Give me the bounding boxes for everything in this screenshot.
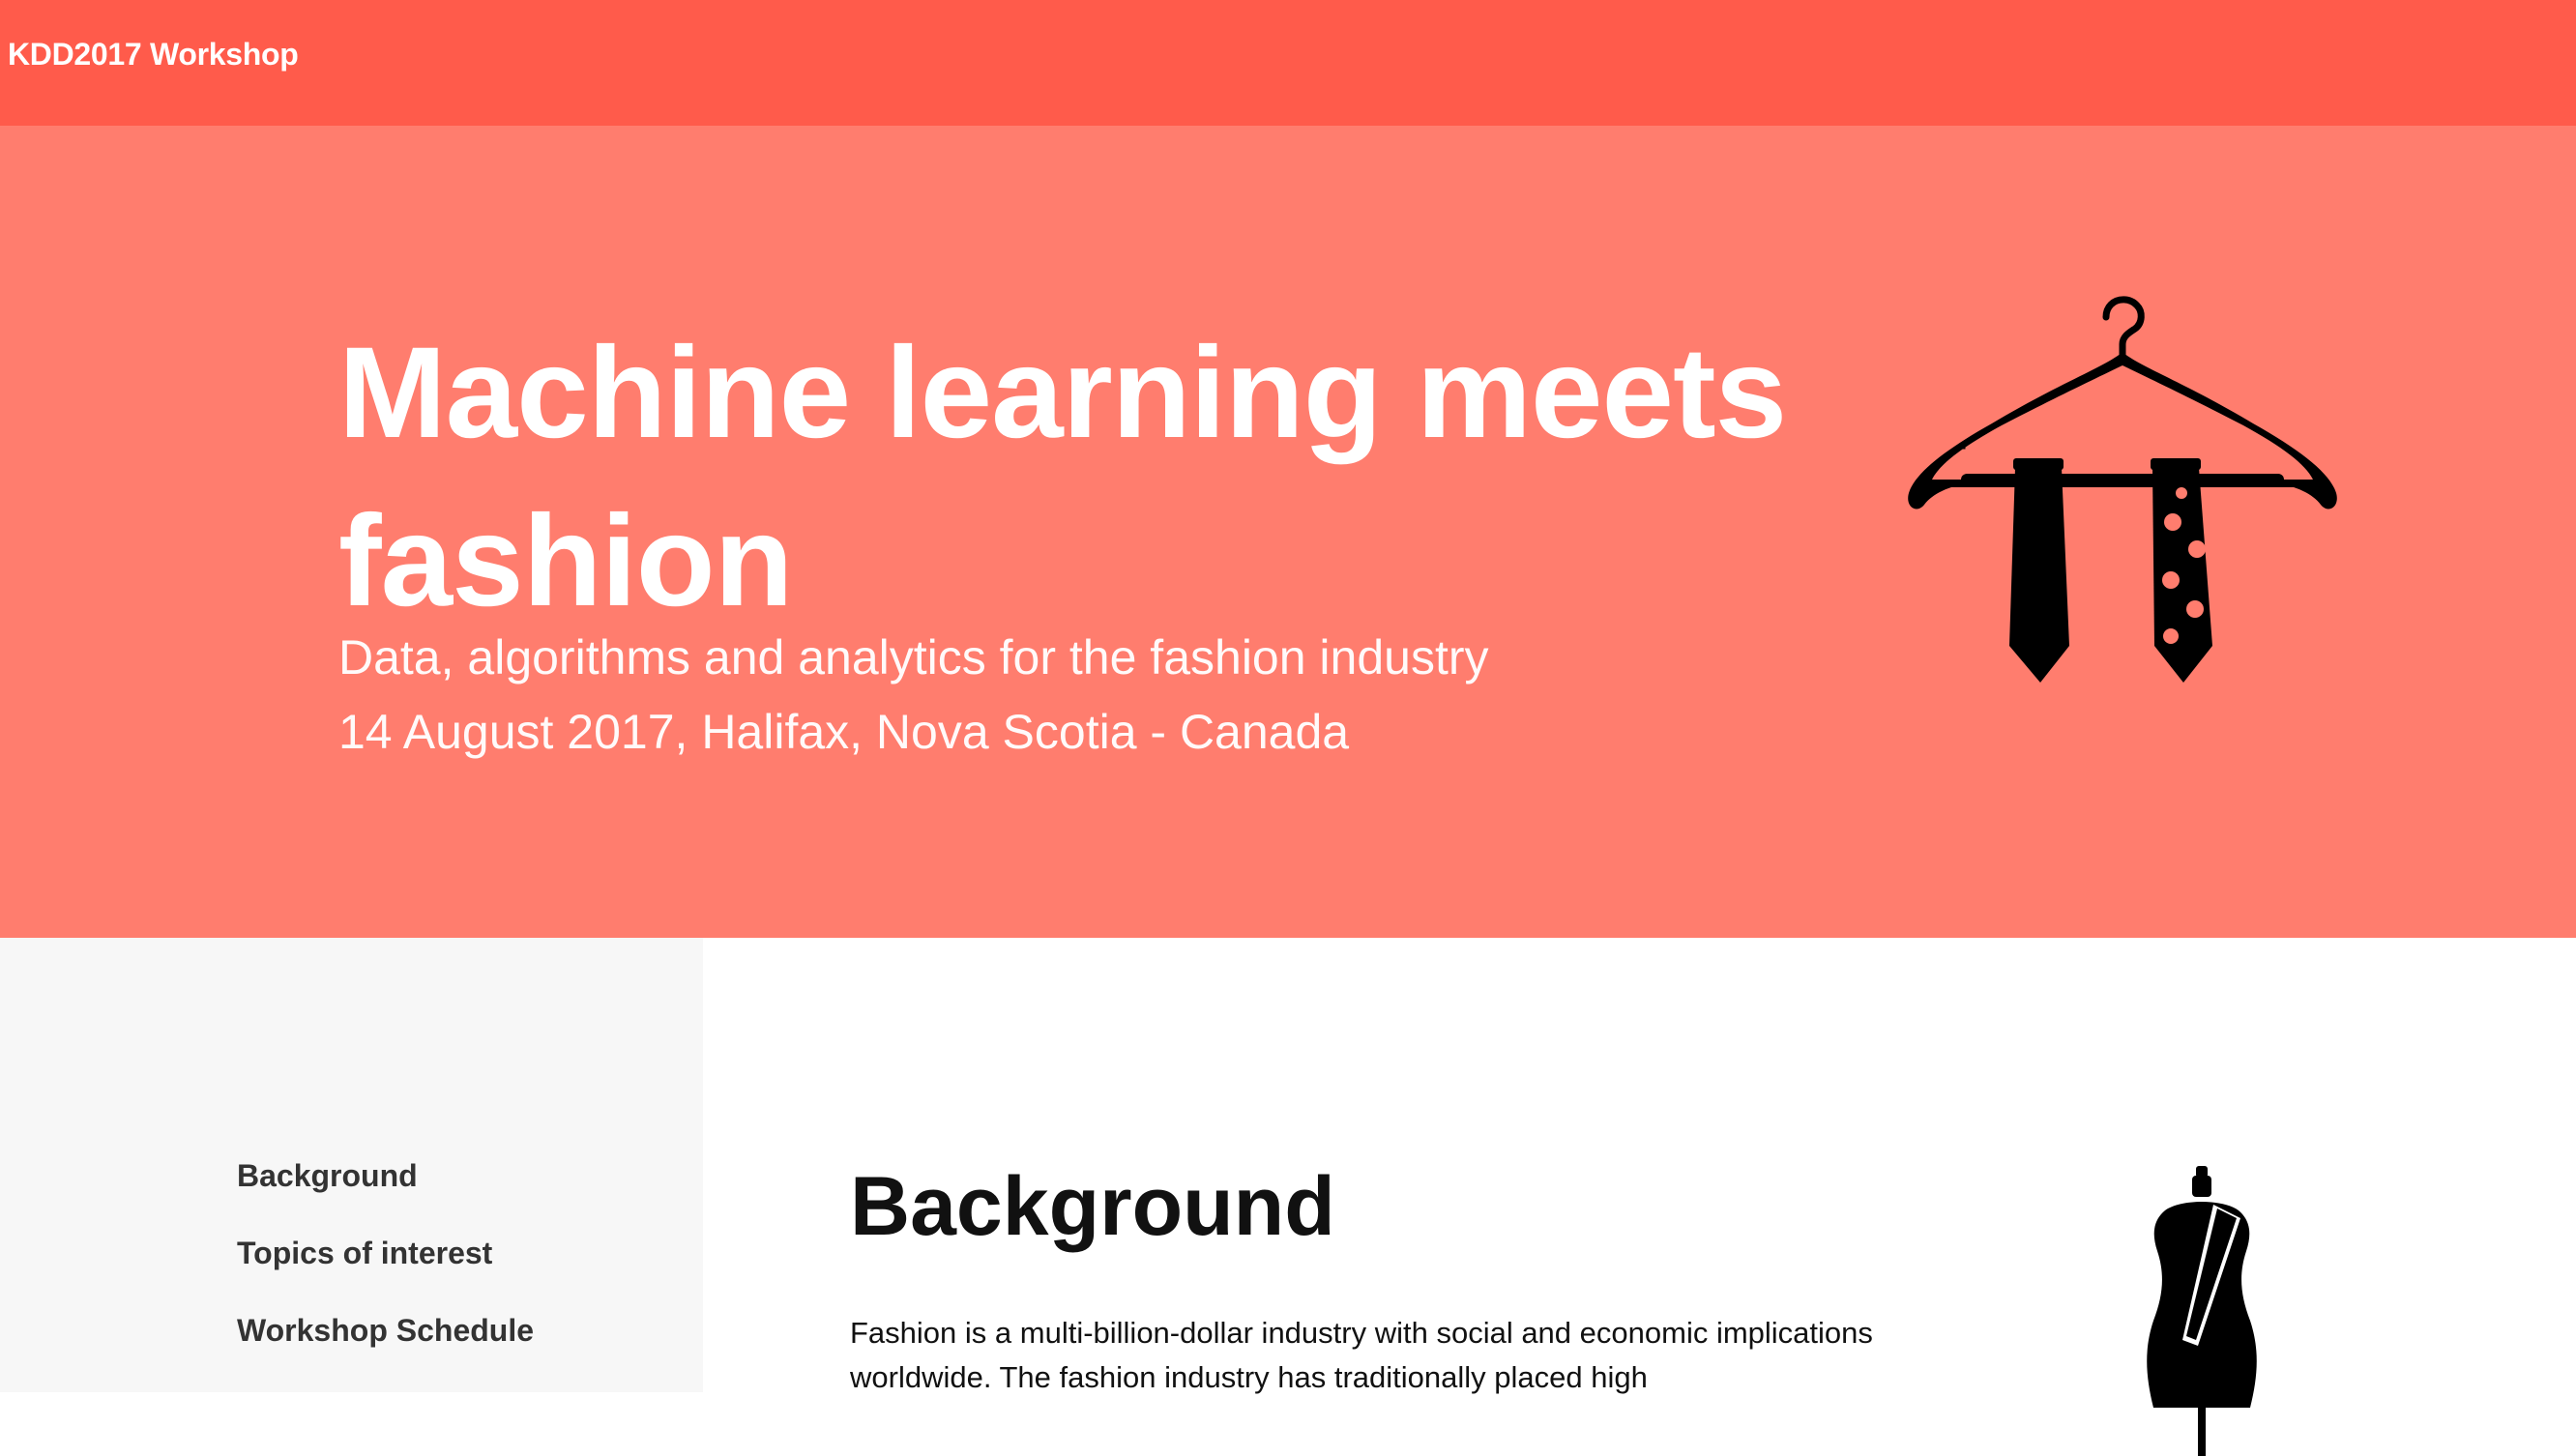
hero-title: Machine learning meets fashion xyxy=(338,321,1787,633)
sidebar-nav: Background Topics of interest Workshop S… xyxy=(0,938,703,1392)
sidebar-item-workshop-schedule[interactable]: Workshop Schedule xyxy=(237,1313,534,1349)
main-content: Background Fashion is a multi-billion-do… xyxy=(703,938,2576,1456)
hero-subtitle: Data, algorithms and analytics for the f… xyxy=(338,630,1489,684)
sidebar-item-topics-of-interest[interactable]: Topics of interest xyxy=(237,1236,492,1271)
top-navbar: KDD2017 Workshop xyxy=(0,0,2576,126)
mannequin-icon xyxy=(2147,1166,2257,1456)
sidebar-item-background[interactable]: Background xyxy=(237,1158,418,1194)
clothes-hanger-with-ties-icon xyxy=(1908,296,2337,683)
hero-banner: Machine learning meets fashion Data, alg… xyxy=(0,126,2576,938)
section-title: Background xyxy=(850,1160,1335,1253)
navbar-brand-link[interactable]: KDD2017 Workshop xyxy=(8,37,299,73)
section-body-text: Fashion is a multi-billion-dollar indust… xyxy=(850,1316,1873,1394)
hero-date-location: 14 August 2017, Halifax, Nova Scotia - C… xyxy=(338,705,1350,759)
